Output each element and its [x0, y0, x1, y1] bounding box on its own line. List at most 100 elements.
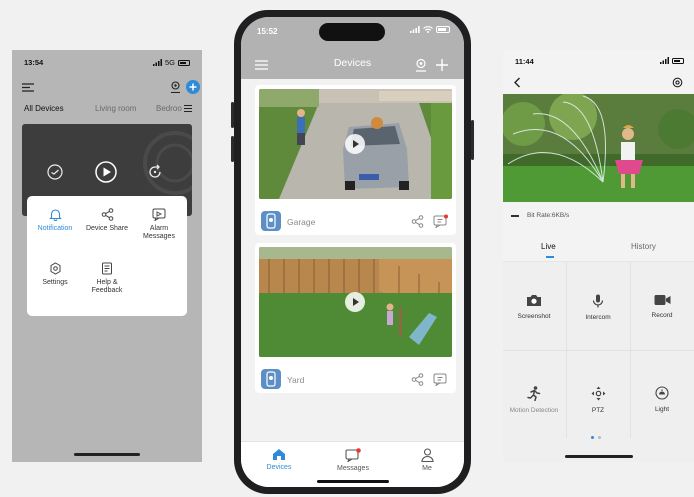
- alarm-message-icon[interactable]: [433, 214, 448, 228]
- page-title: Devices: [333, 57, 372, 69]
- record-button[interactable]: Record: [632, 294, 692, 319]
- bitrate-value: Bit Rate:6KB/s: [527, 212, 570, 219]
- divider: [503, 350, 694, 351]
- battery-icon: [436, 26, 450, 33]
- home-indicator: [565, 455, 633, 458]
- page-dot[interactable]: [598, 436, 601, 439]
- battery-icon: [672, 57, 684, 64]
- notification-button[interactable]: Notification: [29, 208, 81, 233]
- nav-devices[interactable]: Devices: [249, 448, 309, 471]
- device-share-button[interactable]: Device Share: [81, 208, 133, 233]
- sprinkler-scene-image: [503, 94, 694, 202]
- signal-icon: [410, 26, 420, 33]
- share-icon: [101, 208, 113, 221]
- active-tab-indicator: [546, 256, 554, 258]
- gear-icon[interactable]: [672, 77, 683, 88]
- camera-lens-graphic: [143, 131, 192, 195]
- add-device-button[interactable]: [436, 59, 448, 71]
- play-button[interactable]: [95, 161, 117, 183]
- tab-all-devices[interactable]: All Devices: [24, 104, 64, 113]
- bottom-nav: Devices Messages Me: [241, 441, 464, 487]
- gear-icon: [50, 262, 60, 275]
- tab-live[interactable]: Live: [541, 242, 556, 251]
- status-time: 11:44: [515, 57, 534, 66]
- app-header: 15:52 Devices: [241, 17, 464, 79]
- home-indicator: [317, 480, 389, 483]
- back-icon[interactable]: [513, 77, 521, 88]
- ptz-button[interactable]: PTZ: [568, 386, 628, 414]
- right-phone-screen: 11:44 Bit Rate:6KB/s Live History Screen…: [503, 50, 694, 462]
- play-button[interactable]: [345, 292, 365, 312]
- motion-detection-label: Motion Detection: [509, 407, 559, 414]
- light-label: Light: [654, 406, 670, 413]
- center-phone-frame: 15:52 Devices Garage Yard Devices Messag…: [231, 10, 474, 494]
- messages-icon: [345, 448, 361, 462]
- play-button[interactable]: [345, 134, 365, 154]
- room-tabs: All Devices Living room Bedroo: [24, 104, 194, 118]
- device-card-yard[interactable]: Yard: [255, 243, 456, 393]
- volume-button: [231, 102, 234, 128]
- alarm-message-icon[interactable]: [433, 372, 448, 386]
- power-button: [471, 120, 474, 160]
- nav-messages-label: Messages: [337, 465, 369, 472]
- intercom-label: Intercom: [585, 314, 611, 321]
- collapse-icon[interactable]: [511, 214, 519, 217]
- left-phone-screen: 13:54 5G All Devices Living room Bedroo …: [12, 50, 202, 462]
- share-icon[interactable]: [411, 373, 424, 386]
- bitrate-row: Bit Rate:6KB/s: [511, 212, 569, 219]
- motion-detection-button[interactable]: Motion Detection: [504, 386, 564, 414]
- notification-label: Notification: [37, 225, 73, 232]
- camera-device-icon: [261, 369, 281, 389]
- status-bar: 11:44: [515, 57, 684, 69]
- camera-device-icon: [261, 211, 281, 231]
- tab-living-room[interactable]: Living room: [95, 104, 136, 113]
- page-dot-active[interactable]: [591, 436, 594, 439]
- device-card-garage[interactable]: Garage: [255, 85, 456, 235]
- camera-thumbnail-yard[interactable]: [259, 247, 452, 357]
- replay-icon[interactable]: [147, 164, 163, 180]
- tab-bedroom[interactable]: Bedroo: [156, 104, 182, 113]
- intercom-button[interactable]: Intercom: [568, 294, 628, 321]
- page-indicator: [591, 436, 601, 439]
- video-camera-icon: [654, 295, 670, 305]
- light-icon: [655, 386, 669, 400]
- nav-me[interactable]: Me: [397, 448, 457, 472]
- tab-list-icon[interactable]: [184, 105, 192, 112]
- volume-button: [231, 136, 234, 162]
- screenshot-button[interactable]: Screenshot: [504, 294, 564, 320]
- status-bar: 13:54 5G: [24, 58, 190, 70]
- screenshot-label: Screenshot: [517, 313, 551, 320]
- camera-icon: [527, 295, 541, 306]
- home-indicator: [74, 453, 140, 456]
- document-icon: [102, 262, 112, 275]
- light-button[interactable]: Light: [632, 386, 692, 413]
- battery-icon: [178, 59, 190, 66]
- network-label: 5G: [164, 58, 175, 67]
- center-phone-screen: 15:52 Devices Garage Yard Devices Messag…: [241, 17, 464, 487]
- microphone-icon: [592, 294, 604, 308]
- settings-button[interactable]: Settings: [29, 262, 81, 287]
- add-device-button[interactable]: [186, 80, 200, 94]
- share-icon[interactable]: [411, 215, 424, 228]
- help-feedback-label: Help & Feedback: [91, 279, 123, 294]
- menu-icon[interactable]: [22, 83, 34, 92]
- status-time: 15:52: [257, 27, 278, 36]
- live-video-feed[interactable]: [503, 94, 694, 202]
- speed-icon[interactable]: [47, 164, 63, 180]
- scan-icon[interactable]: [415, 58, 427, 72]
- status-time: 13:54: [24, 58, 44, 67]
- nav-me-label: Me: [422, 465, 432, 472]
- scan-icon[interactable]: [170, 81, 181, 93]
- alarm-message-icon: [152, 208, 166, 221]
- tab-history[interactable]: History: [631, 242, 656, 251]
- help-feedback-button[interactable]: Help & Feedback: [81, 262, 133, 295]
- bell-icon: [48, 209, 62, 221]
- device-share-label: Device Share: [85, 225, 129, 232]
- camera-thumbnail-garage[interactable]: [259, 89, 452, 199]
- alarm-messages-label: Alarm Messages: [143, 225, 175, 240]
- alarm-messages-button[interactable]: Alarm Messages: [133, 208, 185, 241]
- signal-icon: [660, 57, 669, 64]
- nav-devices-label: Devices: [266, 464, 292, 471]
- device-action-popup: Notification Device Share Alarm Messages…: [27, 196, 187, 316]
- nav-messages[interactable]: Messages: [323, 448, 383, 472]
